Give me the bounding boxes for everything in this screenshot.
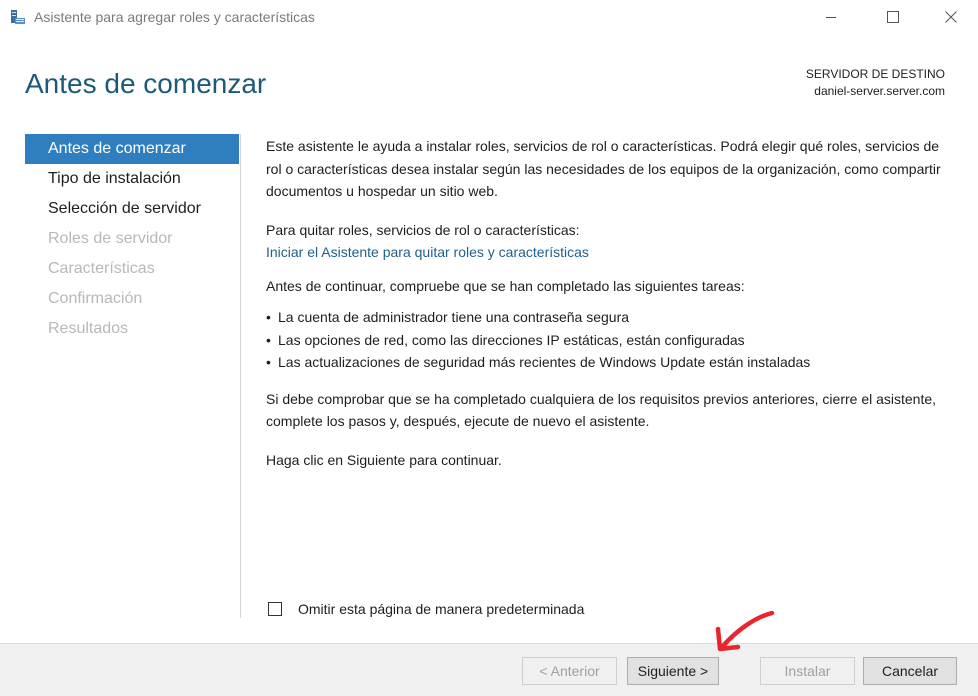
minimize-icon bbox=[825, 11, 837, 23]
annotation-arrow-icon bbox=[715, 610, 775, 652]
nav-item-installation-type[interactable]: Tipo de instalación bbox=[25, 164, 239, 194]
navigation-divider bbox=[240, 134, 241, 618]
main-content: Este asistente le ayuda a instalar roles… bbox=[266, 135, 956, 471]
list-item: Las actualizaciones de seguridad más rec… bbox=[266, 351, 956, 374]
destination-server-label: SERVIDOR DE DESTINO bbox=[805, 67, 945, 81]
nav-item-features: Características bbox=[48, 260, 155, 277]
previous-button[interactable]: < Anterior bbox=[522, 657, 617, 685]
close-button[interactable] bbox=[928, 0, 974, 34]
install-button[interactable]: Instalar bbox=[760, 657, 855, 685]
window-title: Asistente para agregar roles y caracterí… bbox=[34, 9, 315, 25]
skip-page-checkbox[interactable] bbox=[268, 602, 282, 616]
prerequisites-list: La cuenta de administrador tiene una con… bbox=[266, 306, 956, 374]
skip-page-option[interactable]: Omitir esta página de manera predetermin… bbox=[268, 599, 584, 619]
wizard-footer: < Anterior Siguiente > Instalar Cancelar bbox=[0, 643, 978, 696]
list-item: La cuenta de administrador tiene una con… bbox=[266, 306, 956, 329]
maximize-icon bbox=[887, 11, 899, 23]
nav-item-results: Resultados bbox=[48, 320, 129, 337]
page-title: Antes de comenzar bbox=[25, 68, 267, 99]
nav-item-server-selection[interactable]: Selección de servidor bbox=[25, 194, 239, 224]
prerequisites-check-text: Si debe comprobar que se ha completado c… bbox=[266, 390, 937, 430]
remove-roles-paragraph-link: Iniciar el Asistente para quitar roles y… bbox=[266, 241, 956, 264]
skip-page-label[interactable]: Omitir esta página de manera predetermin… bbox=[298, 601, 584, 617]
cancel-button[interactable]: Cancelar bbox=[863, 657, 957, 685]
next-button[interactable]: Siguiente > bbox=[627, 657, 719, 685]
nav-item-server-roles: Roles de servidor bbox=[48, 230, 173, 247]
nav-item-before-you-begin[interactable]: Antes de comenzar bbox=[25, 134, 239, 164]
minimize-button[interactable] bbox=[808, 0, 854, 34]
close-icon bbox=[945, 11, 957, 23]
remove-roles-wizard-link[interactable]: Iniciar el Asistente para quitar roles y… bbox=[266, 244, 589, 260]
continue-instruction-text: Haga clic en Siguiente para continuar. bbox=[266, 451, 502, 468]
server-manager-icon bbox=[10, 9, 26, 25]
intro-text: Este asistente le ayuda a instalar roles… bbox=[266, 138, 941, 199]
remove-roles-text: Para quitar roles, servicios de rol o ca… bbox=[266, 221, 580, 238]
destination-server-name: daniel-server.server.com bbox=[814, 84, 945, 98]
title-bar: Asistente para agregar roles y caracterí… bbox=[0, 0, 978, 34]
list-item: Las opciones de red, como las direccione… bbox=[266, 329, 956, 352]
nav-item-confirmation: Confirmación bbox=[48, 290, 143, 307]
maximize-button[interactable] bbox=[870, 0, 916, 34]
prerequisites-intro-text: Antes de continuar, compruebe que se han… bbox=[266, 277, 745, 294]
wizard-navigation: Antes de comenzar Tipo de instalación Se… bbox=[25, 134, 239, 344]
